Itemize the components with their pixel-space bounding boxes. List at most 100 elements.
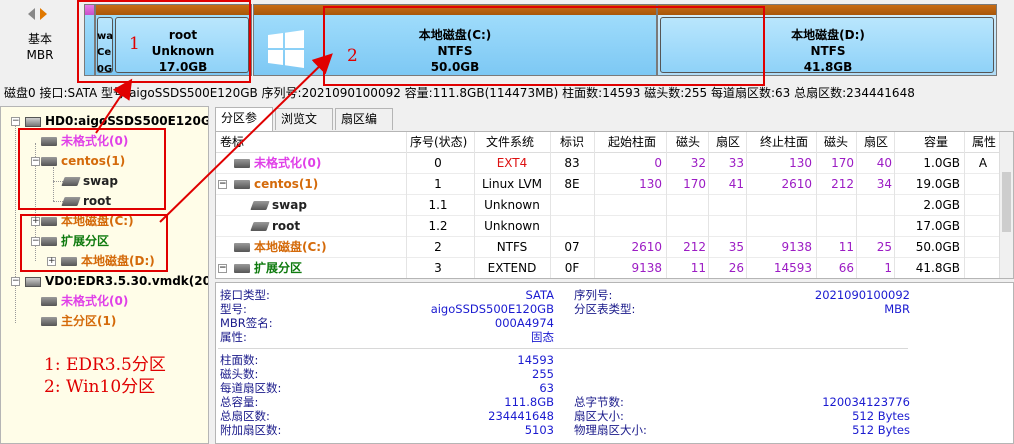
table-cell — [552, 195, 592, 216]
annotation-box-tree-2 — [20, 214, 168, 272]
table-cell — [710, 216, 744, 237]
detail-value: 000A4974 — [494, 316, 554, 330]
partition-icon — [234, 180, 250, 189]
col-header-fs[interactable]: 文件系统 — [486, 132, 534, 153]
annotation-box-1 — [77, 0, 251, 83]
col-header-end-cyl[interactable]: 终止柱面 — [760, 132, 808, 153]
disk-details-panel: 接口类型: SATA 序列号: 2021090100092 型号: aigoSS… — [215, 282, 1014, 444]
detail-value: 63 — [539, 381, 554, 395]
col-header-attr[interactable]: 属性 — [972, 132, 996, 153]
annotation-num-1: 1 — [129, 34, 140, 54]
table-cell — [858, 195, 892, 216]
detail-label: 扇区大小: — [574, 409, 624, 423]
partition-icon — [250, 222, 270, 231]
table-cell: 0 — [654, 156, 662, 170]
annotation-box-tree-1 — [18, 128, 166, 210]
col-header-id[interactable]: 标识 — [560, 132, 584, 153]
table-cell — [966, 174, 1000, 195]
table-scrollbar[interactable] — [999, 132, 1013, 278]
annotation-box-2 — [323, 6, 765, 86]
col-header-index[interactable]: 序号(状态) — [410, 132, 467, 153]
expand-toggle-icon[interactable]: − — [218, 180, 227, 189]
scrollbar-thumb[interactable] — [1002, 172, 1011, 232]
table-cell: 1.0GB — [923, 156, 960, 170]
prev-disk-icon[interactable] — [28, 8, 35, 20]
cell-partition-name: swap — [216, 195, 404, 216]
table-cell: 0 — [434, 156, 442, 170]
partition-icon — [234, 159, 250, 168]
table-cell: 1.1 — [428, 198, 448, 212]
cell-partition-name: root — [216, 216, 404, 237]
tree-node-hd0-label: HD0:aigoSSDS500E120GB — [45, 114, 209, 128]
partition-table: 卷标 序号(状态) 文件系统 标识 起始柱面 磁头 扇区 终止柱面 磁头 扇区 … — [215, 131, 1014, 279]
table-cell — [966, 195, 1000, 216]
table-cell — [710, 195, 744, 216]
table-cell — [748, 195, 812, 216]
partition-icon — [234, 264, 250, 273]
table-cell: Linux LVM — [481, 177, 543, 191]
col-header-label[interactable]: 卷标 — [220, 132, 244, 153]
disk-icon — [25, 276, 41, 287]
col-header-start-head[interactable]: 磁头 — [676, 132, 700, 153]
table-cell: 33 — [728, 156, 744, 170]
detail-label: 磁头数: — [220, 367, 259, 381]
tab-sector-edit[interactable]: 扇区编辑 — [335, 108, 393, 146]
detail-label: 接口类型: — [220, 288, 270, 302]
table-cell: 8E — [564, 177, 580, 191]
col-header-start-cyl[interactable]: 起始柱面 — [608, 132, 656, 153]
tab-partition-params[interactable]: 分区参数 — [215, 107, 273, 145]
table-cell: 11 — [690, 261, 706, 275]
table-cell: 2 — [434, 240, 442, 254]
col-header-start-sector[interactable]: 扇区 — [716, 132, 740, 153]
table-cell: 83 — [564, 156, 580, 170]
table-cell: 170 — [683, 177, 706, 191]
expand-toggle-icon[interactable]: − — [218, 264, 227, 273]
detail-label: 总扇区数: — [220, 409, 270, 423]
tab-browse-files[interactable]: 浏览文件 — [275, 108, 333, 146]
col-header-end-head[interactable]: 磁头 — [824, 132, 848, 153]
table-cell — [858, 216, 892, 237]
table-cell: 32 — [690, 156, 706, 170]
partition-icon — [250, 201, 270, 210]
annotation-num-2: 2 — [347, 46, 358, 66]
table-cell — [966, 258, 1000, 278]
detail-label: 型号: — [220, 302, 247, 316]
table-cell — [668, 216, 706, 237]
detail-value: 512 Bytes — [852, 423, 910, 437]
tree-node-vd-unformatted[interactable]: 未格式化(0) — [25, 291, 128, 311]
table-cell: Unknown — [484, 219, 540, 233]
detail-label: MBR签名: — [220, 316, 273, 330]
detail-value: 234441648 — [488, 409, 554, 423]
partition-icon — [41, 317, 57, 326]
tree-node-vd-primary[interactable]: 主分区(1) — [25, 311, 116, 331]
table-cell: 11 — [838, 240, 854, 254]
disk-info-line: 磁盘0 接口:SATA 型号:aigoSSDS500E120GB 序列号:202… — [4, 86, 915, 100]
cell-partition-name: centos(1) − — [218, 177, 319, 191]
detail-label: 序列号: — [574, 288, 613, 302]
detail-label: 附加扇区数: — [220, 423, 282, 437]
col-header-capacity[interactable]: 容量 — [924, 132, 948, 153]
table-cell: 07 — [564, 240, 580, 254]
detail-label: 总容量: — [220, 395, 259, 409]
table-cell: 17.0GB — [915, 219, 960, 233]
table-cell: 14593 — [773, 261, 812, 275]
tree-node-vd0[interactable]: − VD0:EDR3.5.30.vmdk(20G — [5, 271, 208, 291]
table-cell: 41.8GB — [915, 261, 960, 275]
table-cell: A — [978, 156, 988, 170]
col-header-end-sector[interactable]: 扇区 — [864, 132, 888, 153]
table-cell: 170 — [831, 156, 854, 170]
table-cell: 34 — [876, 177, 892, 191]
table-cell — [552, 216, 592, 237]
next-disk-icon[interactable] — [40, 8, 47, 20]
detail-label: 属性: — [220, 330, 247, 344]
detail-value: 5103 — [524, 423, 554, 437]
cell-partition-name: 扩展分区 − — [218, 261, 303, 275]
table-cell: 0F — [564, 261, 580, 275]
table-cell: 130 — [789, 156, 812, 170]
detail-value: aigoSSDS500E120GB — [430, 302, 554, 316]
detail-value: 512 Bytes — [852, 409, 910, 423]
table-cell: 25 — [876, 240, 892, 254]
annotation-legend-2: 2: Win10分区 — [44, 377, 156, 397]
detail-label: 总字节数: — [574, 395, 624, 409]
table-cell: 9138 — [781, 240, 812, 254]
